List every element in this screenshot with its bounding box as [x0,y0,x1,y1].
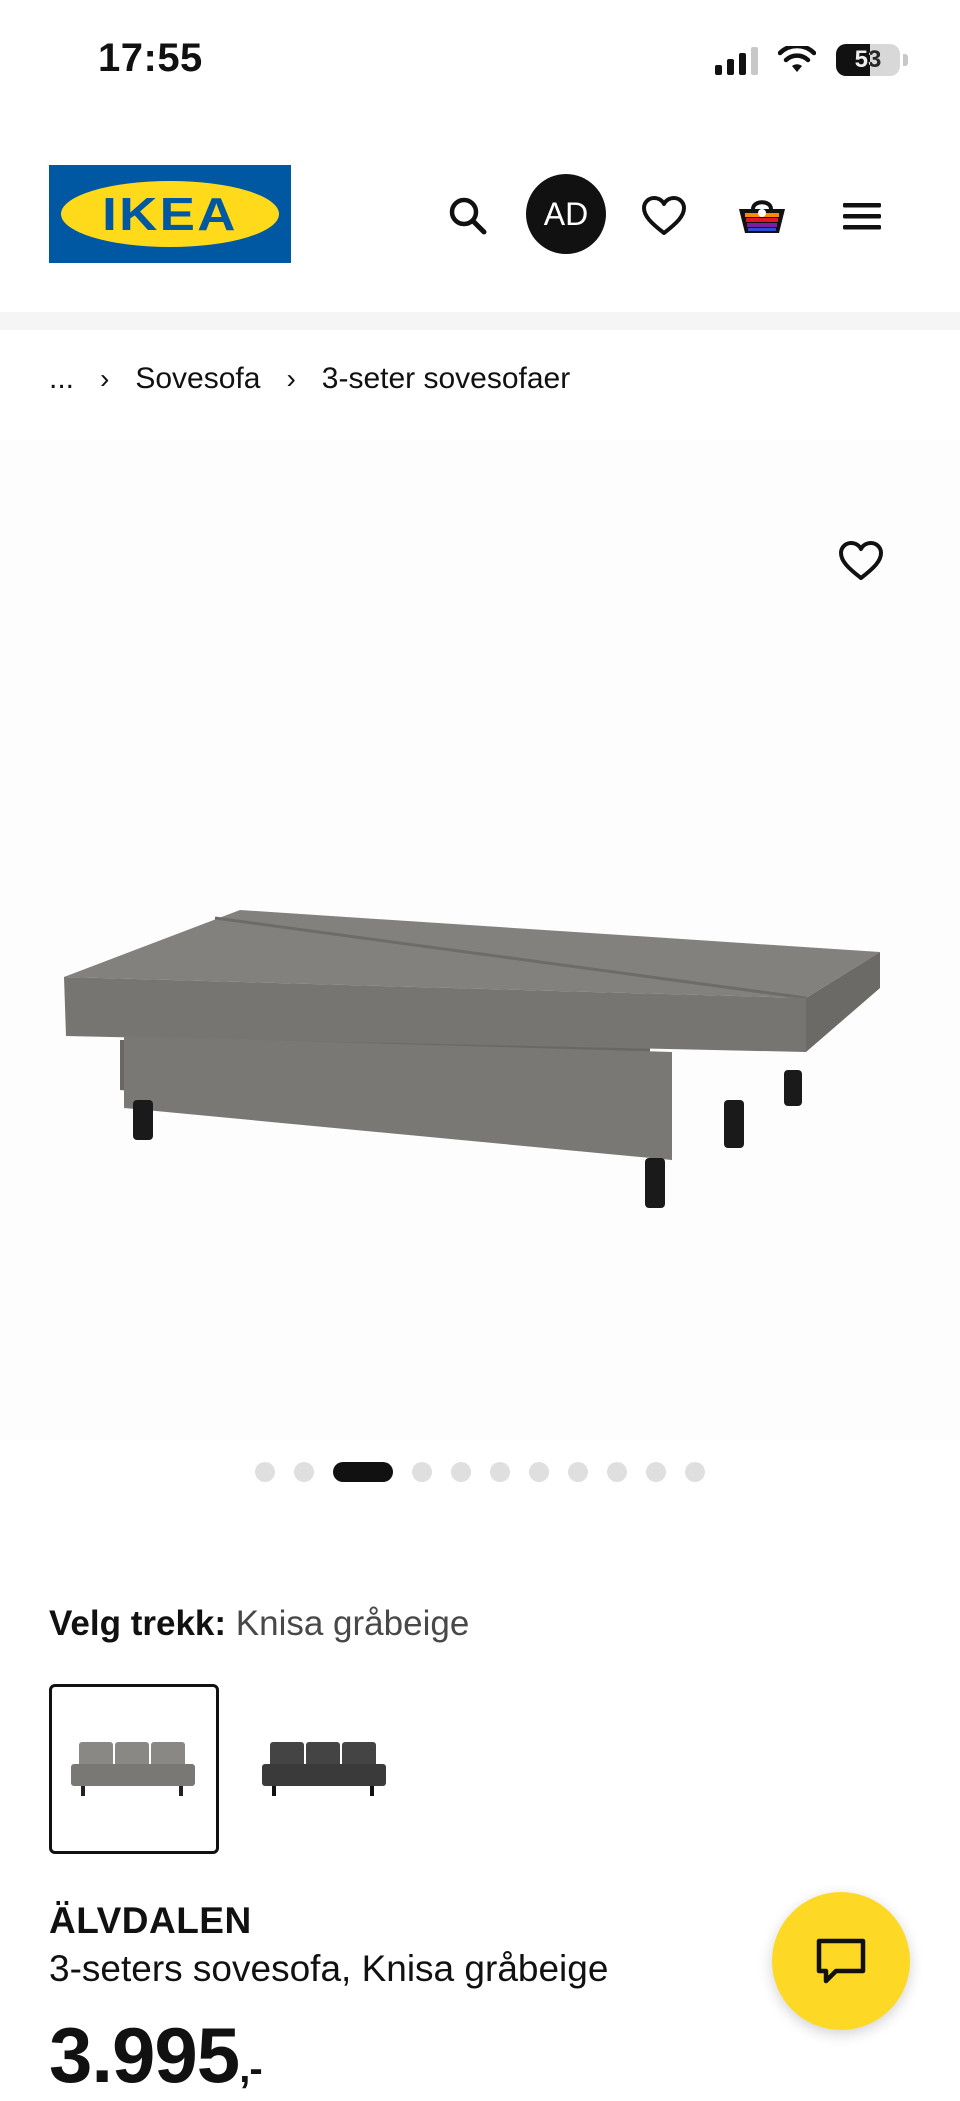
hamburger-menu-icon [843,203,881,230]
carousel-dot[interactable] [646,1462,666,1482]
wishlist-button[interactable] [624,176,704,256]
breadcrumb-item-sovesofa[interactable]: Sovesofa [135,362,260,396]
sofa-thumbnail-grey [71,1742,195,1796]
status-icons: 53 [715,44,908,76]
swatch-dark-grey[interactable] [240,1684,410,1854]
sofa-bed-image [64,910,880,1208]
search-button[interactable] [428,176,508,256]
cover-selector-label: Velg trekk: Knisa gråbeige [49,1604,469,1644]
carousel-dot[interactable] [568,1462,588,1482]
heart-icon [642,196,686,235]
shopping-bag-button[interactable] [722,176,802,256]
status-bar: 17:55 53 [0,0,960,120]
cover-label: Velg trekk: [49,1604,227,1643]
heart-icon [839,541,883,580]
carousel-dot[interactable] [412,1462,432,1482]
signal-icon [715,45,758,75]
product-favorite-button[interactable] [838,540,898,600]
carousel-dot[interactable] [685,1462,705,1482]
shopping-bag-icon [739,200,785,233]
carousel-dot[interactable] [333,1462,393,1482]
search-icon [449,197,487,235]
carousel-dot[interactable] [490,1462,510,1482]
carousel-dot[interactable] [451,1462,471,1482]
account-avatar-button[interactable]: AD [526,174,606,254]
product-description: 3-seters sovesofa, Knisa gråbeige [49,1948,609,1989]
carousel-dot[interactable] [255,1462,275,1482]
chevron-right-icon: › [100,363,110,394]
product-price: 3.995,- [49,2010,263,2101]
price-value: 3.995 [49,2011,240,2099]
chevron-right-icon: › [286,363,296,394]
logo-wordmark: IKEA [102,188,238,240]
breadcrumb-item-3-seter[interactable]: 3-seter sovesofaer [322,362,570,396]
site-header: IKEA AD [0,150,960,280]
breadcrumb-ellipsis[interactable]: ... [49,362,74,396]
product-name: ÄLVDALEN [49,1900,252,1941]
cover-selected-value: Knisa gråbeige [235,1604,470,1643]
carousel-indicator [0,1462,960,1482]
swatch-knisa-grabeige[interactable] [49,1684,219,1854]
carousel-dot[interactable] [607,1462,627,1482]
status-time: 17:55 [98,36,203,80]
battery-percent: 53 [854,46,882,73]
carousel-dot[interactable] [529,1462,549,1482]
price-suffix: ,- [239,2047,262,2091]
breadcrumb: ... › Sovesofa › 3-seter sovesofaer [49,362,570,396]
hamburger-menu-button[interactable] [822,176,902,256]
header-divider [0,312,960,330]
carousel-dot[interactable] [294,1462,314,1482]
chat-button[interactable] [772,1892,910,2030]
battery-icon: 53 [836,44,908,76]
chat-icon [816,1938,866,1984]
sofa-thumbnail-dark [262,1742,386,1796]
ikea-logo[interactable]: IKEA [49,165,291,263]
wifi-icon [778,46,816,72]
product-image[interactable] [0,440,960,1440]
avatar-initials: AD [543,195,589,232]
